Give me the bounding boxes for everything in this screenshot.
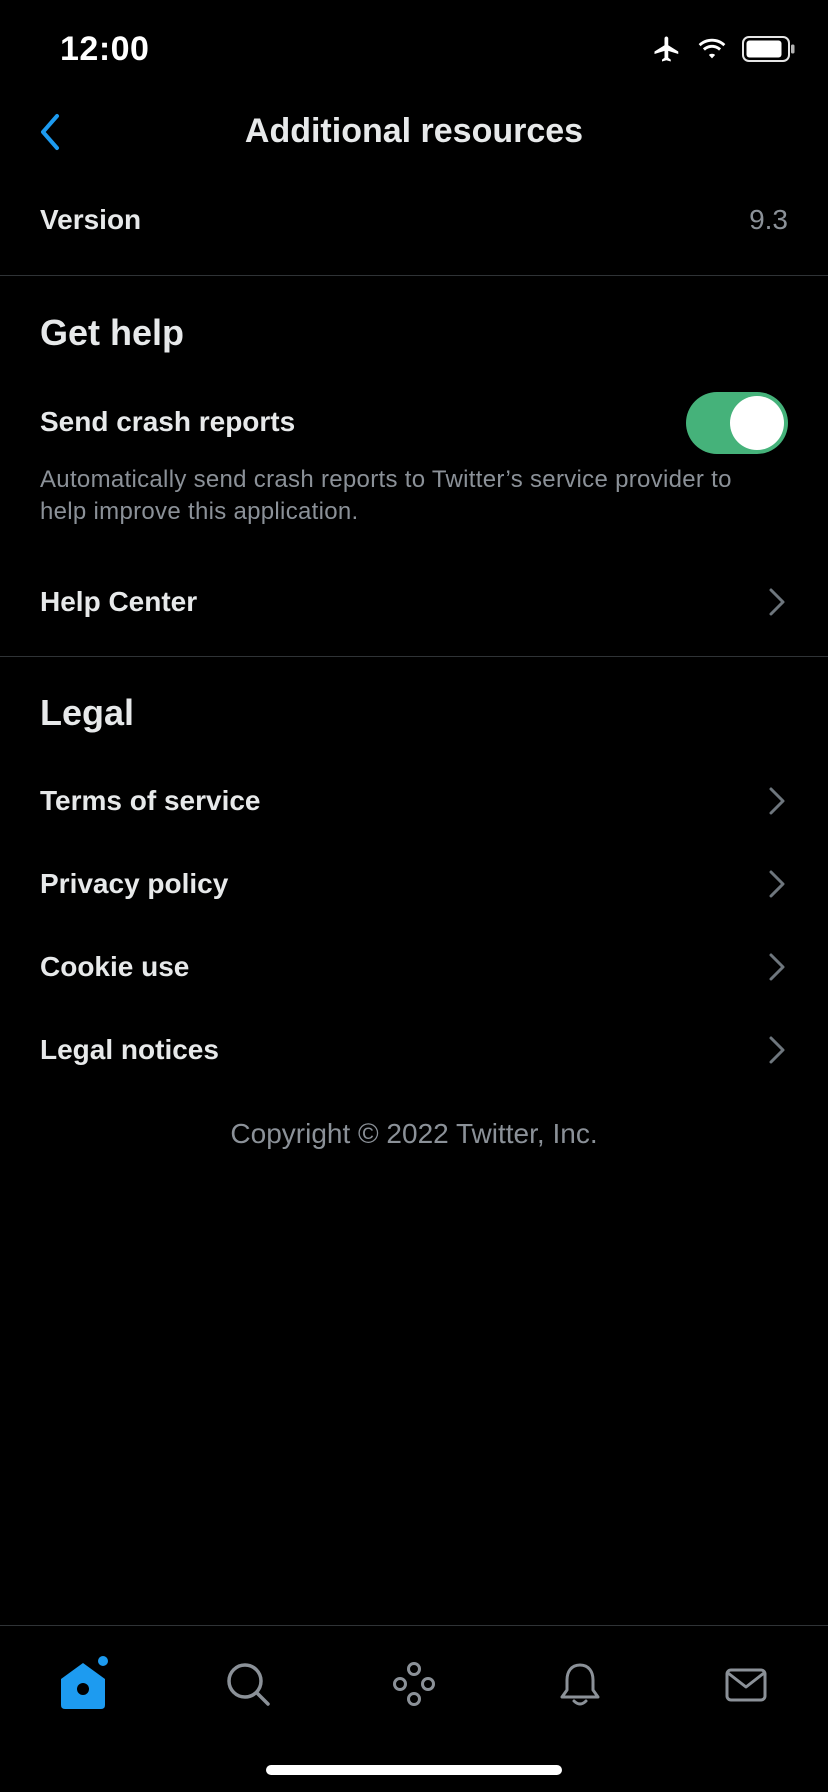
legal-item-label: Cookie use [40, 951, 190, 982]
status-icons [652, 34, 796, 69]
legal-item-cookie[interactable]: Cookie use [0, 935, 828, 999]
chevron-right-icon [769, 870, 785, 898]
help-center-label: Help Center [40, 586, 198, 617]
legal-item-label: Legal notices [40, 1034, 219, 1065]
divider [0, 275, 828, 276]
mail-icon [725, 1668, 767, 1702]
tab-home[interactable] [51, 1652, 115, 1716]
legal-item-privacy[interactable]: Privacy policy [0, 852, 828, 916]
legal-item-label: Privacy policy [40, 868, 229, 899]
crash-reports-description: Automatically send crash reports to Twit… [40, 466, 732, 525]
toggle-knob [730, 396, 784, 450]
tab-notifications[interactable] [548, 1652, 612, 1716]
section-title-legal: Legal [40, 692, 135, 733]
help-center-row[interactable]: Help Center [0, 570, 828, 634]
screen: 12:00 Additional resources Version 9.3 G… [0, 0, 828, 1792]
crash-reports-label: Send crash reports [40, 406, 296, 437]
battery-icon [742, 36, 796, 67]
version-row: Version 9.3 [0, 190, 828, 250]
chevron-right-icon [769, 953, 785, 981]
divider [0, 656, 828, 657]
page-title: Additional resources [244, 112, 584, 150]
tab-messages[interactable] [714, 1652, 778, 1716]
version-value: 9.3 [749, 204, 788, 235]
spaces-icon [393, 1662, 435, 1706]
tab-search[interactable] [216, 1652, 280, 1716]
bell-icon [560, 1663, 600, 1706]
section-title-get-help: Get help [40, 312, 185, 353]
status-time: 12:00 [60, 30, 150, 68]
version-label: Version [40, 204, 142, 235]
legal-item-terms[interactable]: Terms of service [0, 769, 828, 833]
crash-reports-toggle[interactable] [686, 392, 788, 454]
chevron-right-icon [769, 787, 785, 815]
home-icon [61, 1656, 108, 1709]
status-bar: 12:00 [0, 0, 828, 100]
home-indicator [266, 1765, 562, 1775]
chevron-right-icon [769, 1036, 785, 1064]
airplane-icon [652, 34, 682, 69]
legal-item-label: Terms of service [40, 785, 261, 816]
nav-header: Additional resources [0, 100, 828, 164]
wifi-icon [696, 36, 728, 67]
legal-item-notices[interactable]: Legal notices [0, 1018, 828, 1082]
search-icon [227, 1663, 270, 1706]
copyright-text: Copyright © 2022 Twitter, Inc. [230, 1118, 598, 1149]
chevron-right-icon [769, 588, 785, 616]
tab-spaces[interactable] [382, 1652, 446, 1716]
